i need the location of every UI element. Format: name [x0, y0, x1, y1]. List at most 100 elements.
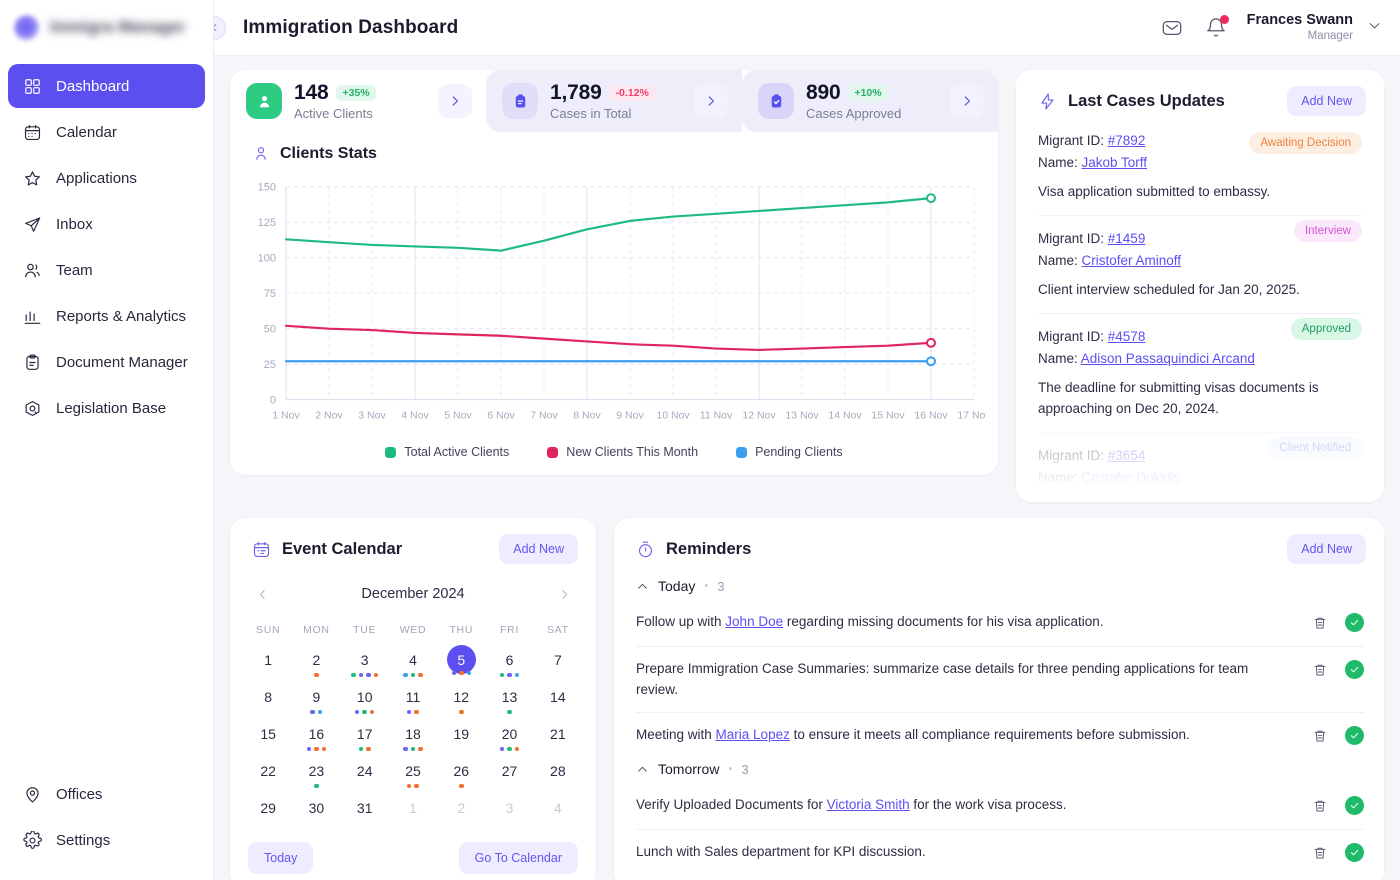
- case-id-link[interactable]: #3654: [1108, 448, 1146, 463]
- stat-card-open-button[interactable]: [950, 84, 984, 118]
- reminder-person-link[interactable]: Maria Lopez: [716, 727, 790, 742]
- calendar-goto-button[interactable]: Go To Calendar: [459, 842, 578, 874]
- reminder-delete-button[interactable]: [1309, 612, 1331, 634]
- stat-card-cases-approved[interactable]: 890+10%Cases Approved: [742, 70, 998, 132]
- calendar-day[interactable]: 2: [437, 793, 485, 830]
- calendar-add-new-button[interactable]: Add New: [499, 534, 578, 564]
- user-menu[interactable]: Frances Swann Manager: [1247, 11, 1382, 44]
- sidebar-item-dashboard[interactable]: Dashboard: [8, 64, 205, 108]
- legend-item[interactable]: New Clients This Month: [547, 445, 698, 459]
- reminder-complete-button[interactable]: [1345, 796, 1364, 815]
- sidebar-item-calendar[interactable]: Calendar: [8, 110, 205, 154]
- sidebar-item-offices[interactable]: Offices: [8, 772, 205, 816]
- calendar-day[interactable]: 15: [244, 719, 292, 756]
- calendar-day[interactable]: 8: [244, 682, 292, 719]
- stat-card-active-clients[interactable]: 148+35%Active Clients: [230, 70, 486, 132]
- calendar-day[interactable]: 19: [437, 719, 485, 756]
- calendar-day[interactable]: 20: [485, 719, 533, 756]
- calendar-today-button[interactable]: Today: [248, 842, 313, 874]
- calendar-day[interactable]: 14: [534, 682, 582, 719]
- stat-card-open-button[interactable]: [438, 84, 472, 118]
- reminders-group-header[interactable]: Tomorrow•3: [636, 759, 1364, 783]
- calendar-day[interactable]: 4: [389, 645, 437, 682]
- event-dot: [366, 673, 371, 678]
- reminder-delete-button[interactable]: [1309, 795, 1331, 817]
- sidebar-item-settings[interactable]: Settings: [8, 818, 205, 862]
- calendar-day[interactable]: 30: [292, 793, 340, 830]
- case-id-link[interactable]: #4578: [1108, 329, 1146, 344]
- calendar-next-month-button[interactable]: [550, 580, 578, 608]
- reminder-complete-button[interactable]: [1345, 613, 1364, 632]
- calendar-day[interactable]: 3: [485, 793, 533, 830]
- calendar-day[interactable]: 29: [244, 793, 292, 830]
- reminder-person-link[interactable]: John Doe: [725, 614, 783, 629]
- calendar-day[interactable]: 4: [534, 793, 582, 830]
- calendar-day[interactable]: 11: [389, 682, 437, 719]
- calendar-day[interactable]: 27: [485, 756, 533, 793]
- notifications-button[interactable]: [1203, 15, 1229, 41]
- calendar-day[interactable]: 28: [534, 756, 582, 793]
- calendar-day[interactable]: 16: [292, 719, 340, 756]
- calendar-prev-month-button[interactable]: [248, 580, 276, 608]
- case-name-link[interactable]: Adison Passaquindici Arcand: [1081, 351, 1255, 366]
- case-id-link[interactable]: #7892: [1108, 133, 1146, 148]
- case-update-item[interactable]: Migrant ID: #4578Name: Adison Passaquind…: [1038, 313, 1362, 432]
- calendar-day[interactable]: 18: [389, 719, 437, 756]
- calendar-day[interactable]: 31: [341, 793, 389, 830]
- legend-item[interactable]: Pending Clients: [736, 445, 843, 459]
- cases-add-new-button[interactable]: Add New: [1287, 86, 1366, 116]
- app-root: Immigra Manager DashboardCalendarApplica…: [0, 0, 1400, 880]
- sidebar-item-document-manager[interactable]: Document Manager: [8, 340, 205, 384]
- reminder-delete-button[interactable]: [1309, 659, 1331, 681]
- sidebar-item-label: Dashboard: [56, 78, 129, 95]
- reminder-delete-button[interactable]: [1309, 725, 1331, 747]
- case-update-item[interactable]: Migrant ID: #3654Name: Cristofer Dokidis…: [1038, 432, 1362, 502]
- case-id-label: Migrant ID:: [1038, 133, 1108, 148]
- reminder-delete-button[interactable]: [1309, 842, 1331, 864]
- reminder-person-link[interactable]: Victoria Smith: [827, 797, 910, 812]
- case-name-link[interactable]: Jakob Torff: [1082, 155, 1148, 170]
- calendar-day[interactable]: 12: [437, 682, 485, 719]
- legend-item[interactable]: Total Active Clients: [385, 445, 509, 459]
- clients-stats-chart[interactable]: 02550751001251501 Nov2 Nov3 Nov4 Nov5 No…: [230, 169, 998, 439]
- calendar-day[interactable]: 1: [389, 793, 437, 830]
- event-dot: [467, 671, 472, 676]
- calendar-day[interactable]: 9: [292, 682, 340, 719]
- calendar-day[interactable]: 2: [292, 645, 340, 682]
- mail-button[interactable]: [1159, 15, 1185, 41]
- calendar-day[interactable]: 23: [292, 756, 340, 793]
- reminder-complete-button[interactable]: [1345, 660, 1364, 679]
- sidebar-item-legislation-base[interactable]: Legislation Base: [8, 386, 205, 430]
- case-name-link[interactable]: Cristofer Aminoff: [1082, 253, 1182, 268]
- calendar-day[interactable]: 21: [534, 719, 582, 756]
- case-id-link[interactable]: #1459: [1108, 231, 1146, 246]
- calendar-day[interactable]: 22: [244, 756, 292, 793]
- calendar-day[interactable]: 26: [437, 756, 485, 793]
- calendar-day[interactable]: 6: [485, 645, 533, 682]
- calendar-day-selected[interactable]: 5: [437, 645, 485, 682]
- reminder-complete-button[interactable]: [1345, 726, 1364, 745]
- sidebar-item-inbox[interactable]: Inbox: [8, 202, 205, 246]
- reminders-add-new-button[interactable]: Add New: [1287, 534, 1366, 564]
- calendar-day[interactable]: 3: [341, 645, 389, 682]
- stat-card-open-button[interactable]: [694, 84, 728, 118]
- case-name-link[interactable]: Cristofer Dokidis: [1082, 470, 1181, 485]
- calendar-day[interactable]: 24: [341, 756, 389, 793]
- calendar-day[interactable]: 7: [534, 645, 582, 682]
- calendar-day[interactable]: 1: [244, 645, 292, 682]
- calendar-day-event-dots: [500, 673, 520, 678]
- user-menu-caret[interactable]: [1367, 18, 1382, 38]
- gear-icon: [22, 830, 43, 851]
- calendar-day[interactable]: 17: [341, 719, 389, 756]
- reminder-complete-button[interactable]: [1345, 843, 1364, 862]
- stat-card-cases-in-total[interactable]: 1,789-0.12%Cases in Total: [486, 70, 742, 132]
- reminders-group-header[interactable]: Today•3: [636, 576, 1364, 600]
- case-update-item[interactable]: Migrant ID: #1459Name: Cristofer Aminoff…: [1038, 215, 1362, 313]
- sidebar-item-reports-analytics[interactable]: Reports & Analytics: [8, 294, 205, 338]
- calendar-day[interactable]: 13: [485, 682, 533, 719]
- calendar-day[interactable]: 10: [341, 682, 389, 719]
- sidebar-item-applications[interactable]: Applications: [8, 156, 205, 200]
- calendar-day[interactable]: 25: [389, 756, 437, 793]
- case-update-item[interactable]: Migrant ID: #7892Name: Jakob TorffVisa a…: [1038, 128, 1362, 215]
- sidebar-item-team[interactable]: Team: [8, 248, 205, 292]
